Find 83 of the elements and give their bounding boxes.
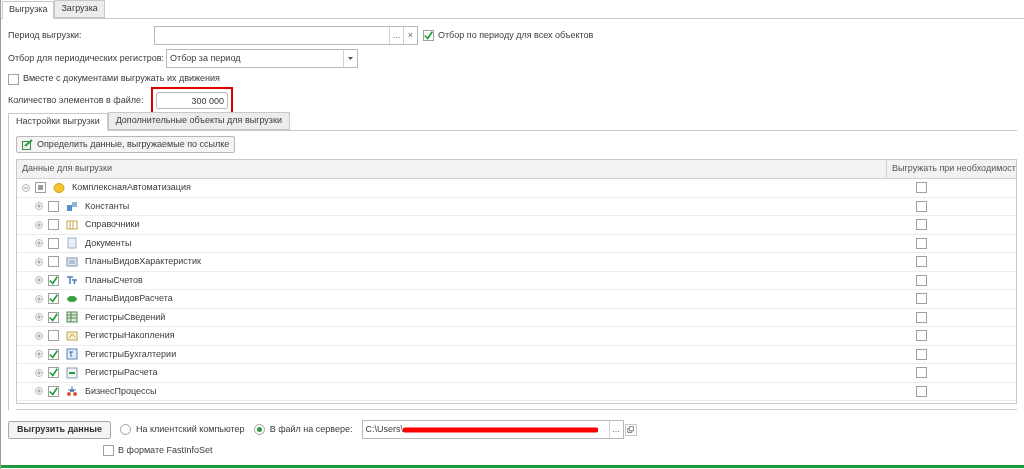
checkbox[interactable] (48, 219, 59, 231)
checkbox[interactable] (916, 182, 927, 194)
checkbox[interactable] (916, 274, 927, 286)
expand-icon[interactable] (35, 239, 43, 248)
collapse-icon[interactable] (22, 183, 30, 192)
copy-icon[interactable] (624, 423, 637, 436)
expand-icon[interactable] (35, 350, 43, 359)
tree-item-label[interactable]: Константы (85, 199, 130, 213)
checkbox[interactable] (916, 311, 927, 323)
tree-item-label[interactable]: РегистрыБухгалтерии (85, 347, 177, 361)
checkbox[interactable] (916, 200, 927, 212)
tree-item-label[interactable]: БизнесПроцессы (85, 384, 157, 398)
checkbox[interactable] (48, 348, 59, 360)
checkbox[interactable] (916, 348, 927, 360)
tree-item-label[interactable]: Документы (85, 236, 132, 250)
checkbox[interactable] (916, 256, 927, 268)
export-button[interactable]: Выгрузить данные (8, 420, 111, 439)
checkbox[interactable] (916, 385, 927, 397)
tab[interactable]: Настройки выгрузки (8, 113, 108, 131)
edit-icon (22, 139, 33, 150)
checkbox[interactable] (35, 182, 46, 194)
radio-button[interactable] (119, 424, 131, 435)
radio-label[interactable]: В файл на сервере: (269, 422, 353, 437)
checkbox[interactable] (916, 330, 927, 342)
expand-icon[interactable] (35, 331, 43, 340)
checkbox[interactable] (916, 219, 927, 231)
checkbox[interactable] (916, 293, 927, 305)
column-header: Данные для выгрузки (17, 160, 888, 178)
expand-icon[interactable] (35, 387, 43, 396)
expand-icon[interactable] (35, 202, 43, 211)
table-icon (66, 218, 78, 231)
document-icon (66, 237, 78, 250)
periodic-filter-dropdown[interactable]: Отбор за период (166, 49, 359, 68)
checkbox[interactable] (916, 367, 927, 379)
tab[interactable]: Загрузка (54, 0, 105, 18)
expand-icon[interactable] (35, 220, 43, 229)
checkbox[interactable] (8, 73, 19, 85)
checkbox-label[interactable]: Отбор по периоду для всех объектов (438, 28, 594, 43)
tree-item-label[interactable]: ПланыВидовХарактеристик (85, 255, 201, 269)
clear-button[interactable]: × (403, 27, 417, 44)
path-text: C:\Users\ (364, 422, 404, 436)
tab[interactable]: Выгрузка (2, 1, 55, 19)
radio-label[interactable]: На клиентский компьютер (135, 422, 245, 437)
expand-icon[interactable] (35, 368, 43, 377)
checkbox-label[interactable]: В формате FastInfoSet (118, 444, 213, 458)
field-label: Период выгрузки: (8, 28, 83, 42)
select-button[interactable]: ... (608, 421, 623, 438)
checkbox[interactable] (48, 330, 59, 342)
checkbox[interactable] (48, 385, 59, 397)
checkbox[interactable] (48, 200, 59, 212)
tree-item-label[interactable]: ПланыВидовРасчета (85, 292, 173, 306)
tab[interactable]: Дополнительные объекты для выгрузки (107, 112, 290, 130)
checkbox[interactable] (103, 445, 114, 457)
dropdown-icon (348, 57, 354, 60)
field-label: Количество элементов в файле: (8, 94, 144, 105)
field-label: Отбор для периодических регистров: (8, 51, 166, 65)
tree-item-label[interactable]: РегистрыРасчета (85, 366, 158, 380)
tree-item-label[interactable]: РегистрыСведений (85, 310, 166, 324)
tree-item-label[interactable]: Справочники (85, 218, 140, 232)
checkbox[interactable] (48, 274, 59, 286)
checkbox[interactable] (48, 293, 59, 305)
checkbox[interactable] (48, 256, 59, 268)
checkbox[interactable] (916, 237, 927, 249)
checkbox[interactable] (48, 311, 59, 323)
expand-icon[interactable] (35, 276, 43, 285)
tree-item-label[interactable]: РегистрыНакопления (85, 329, 175, 343)
count-field[interactable]: 300 000 (156, 92, 228, 109)
checkbox-label[interactable]: Вместе с документами выгружать их движения (23, 72, 220, 86)
period-field[interactable]: ... × (154, 26, 418, 45)
server-path-field[interactable]: C:\Users\ ... (361, 420, 624, 439)
column-header: Выгружать при необходимост (891, 162, 1016, 176)
expand-icon[interactable] (35, 313, 43, 322)
expand-icon[interactable] (35, 257, 43, 266)
list-icon (66, 255, 78, 268)
tree-item-label[interactable]: КомплекснаяАвтоматизация (72, 181, 191, 195)
checkbox[interactable] (48, 367, 59, 379)
checkbox[interactable] (48, 237, 59, 249)
checkbox[interactable] (423, 30, 434, 41)
define-data-button[interactable]: Определить данные, выгружаемые по ссылке (16, 136, 236, 153)
expand-icon[interactable] (35, 294, 43, 303)
tree-item-label[interactable]: ПланыСчетов (85, 273, 143, 287)
select-button[interactable]: ... (389, 27, 403, 44)
radio-button[interactable] (253, 424, 265, 435)
